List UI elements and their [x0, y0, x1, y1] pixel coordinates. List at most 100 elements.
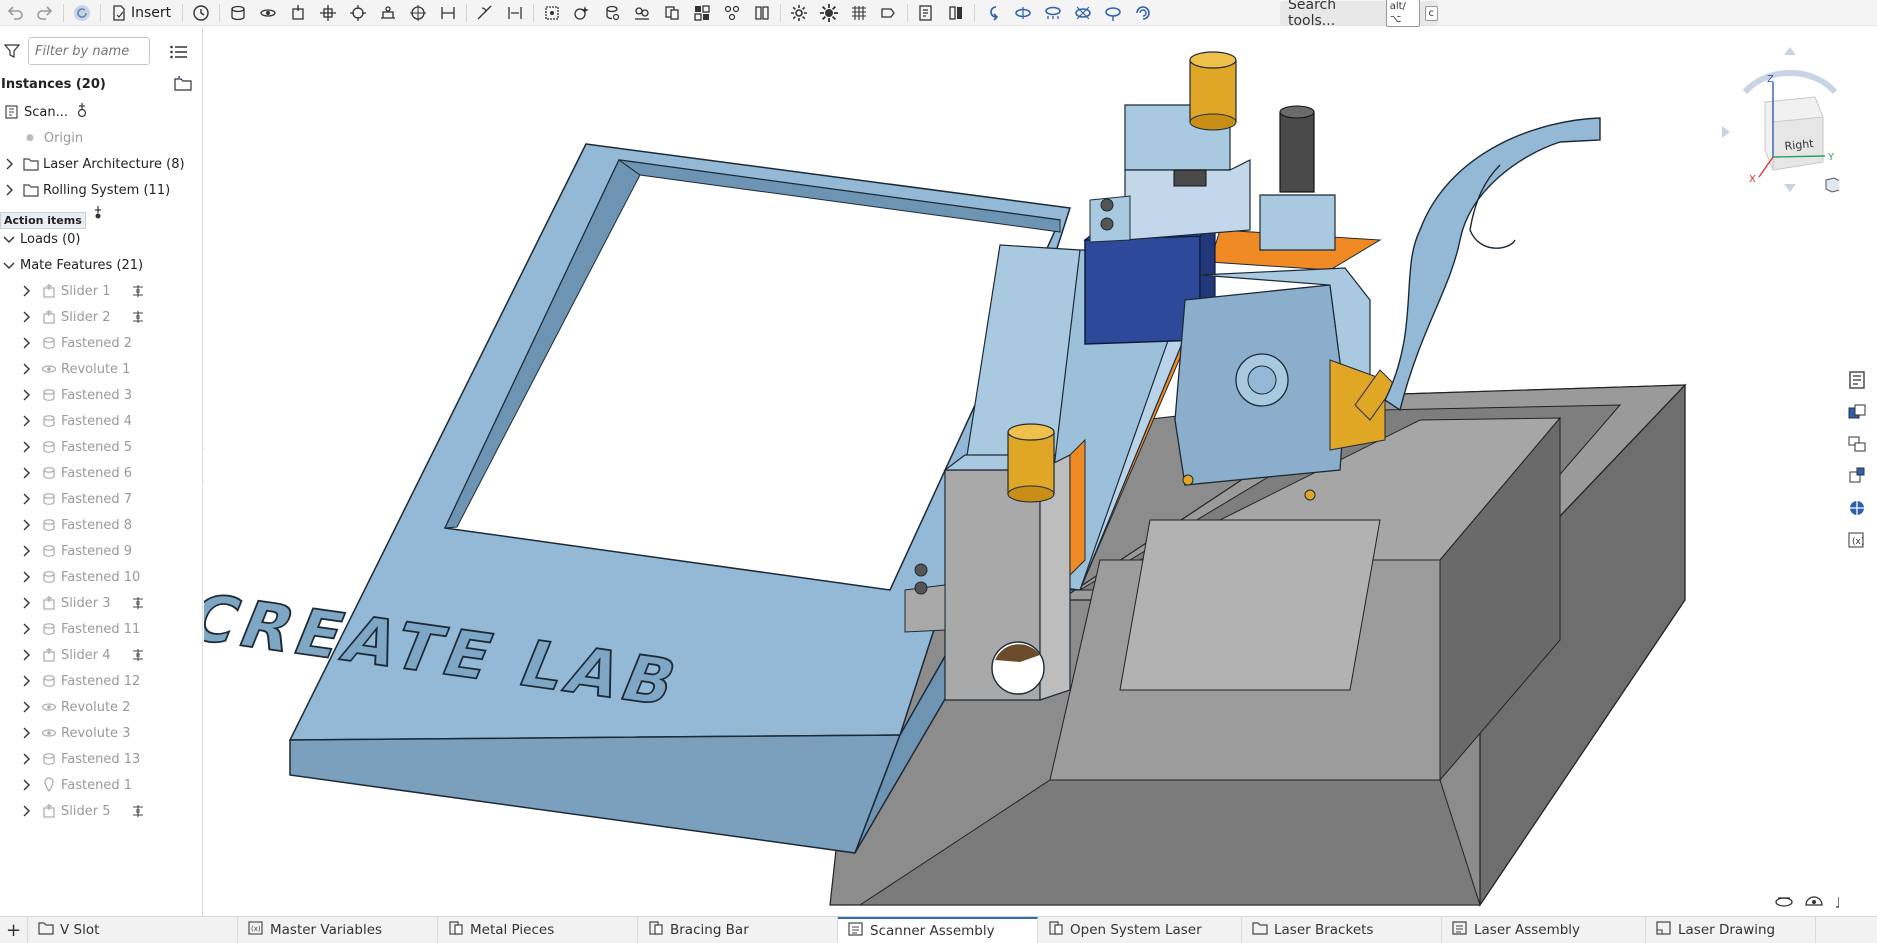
mate-row[interactable]: Revolute 1: [0, 358, 200, 380]
mate-row[interactable]: Fastened 12: [0, 670, 200, 692]
chevron-right-icon[interactable]: [19, 596, 33, 610]
slider-mate-icon[interactable]: [283, 1, 313, 25]
history-icon[interactable]: [186, 1, 216, 25]
orbit-icon[interactable]: [1098, 1, 1128, 25]
tab-laser-assembly[interactable]: Laser Assembly: [1442, 917, 1646, 943]
mate-row[interactable]: Fastened 13: [0, 748, 200, 770]
tab-open-system-laser[interactable]: Open System Laser: [1038, 917, 1242, 943]
filter-icon[interactable]: [4, 43, 20, 59]
tab-metal-pieces[interactable]: Metal Pieces: [438, 917, 638, 943]
tab-laser-drawing[interactable]: Laser Drawing: [1646, 917, 1816, 943]
linear-pattern-icon[interactable]: [717, 1, 747, 25]
chevron-right-icon[interactable]: [19, 544, 33, 558]
mate-row[interactable]: Slider 3: [0, 592, 200, 614]
rack-pinion-icon[interactable]: [627, 1, 657, 25]
settings-gear-icon[interactable]: [784, 1, 814, 25]
chevron-down-icon[interactable]: [2, 258, 16, 272]
view-options-dropdown[interactable]: [1822, 176, 1839, 194]
configurations-panel-button[interactable]: [1841, 429, 1873, 459]
appearance-panel-button[interactable]: [1841, 397, 1873, 427]
tab-scanner-assembly[interactable]: Scanner Assembly: [838, 917, 1038, 943]
chevron-right-icon[interactable]: [19, 804, 33, 818]
graphics-viewport[interactable]: CREATE LAB Right Z Y X: [204, 27, 1839, 916]
filter-input[interactable]: [28, 37, 150, 65]
list-view-icon[interactable]: [170, 44, 188, 60]
chevron-right-icon[interactable]: [19, 492, 33, 506]
tangent-mate-icon[interactable]: [470, 1, 500, 25]
mass-properties-panel-button[interactable]: [1841, 493, 1873, 523]
chevron-down-icon[interactable]: [2, 232, 16, 246]
tab-laser-brackets[interactable]: Laser Brackets: [1242, 917, 1442, 943]
mate-row[interactable]: Fastened 3: [0, 384, 200, 406]
chevron-right-icon[interactable]: [19, 284, 33, 298]
instance-row-origin[interactable]: ● Origin: [0, 127, 200, 149]
mate-features-section[interactable]: Mate Features (21): [0, 254, 200, 276]
folder-rolling-system[interactable]: Rolling System (11): [0, 179, 200, 201]
cylindrical-mate-icon[interactable]: [343, 1, 373, 25]
chevron-right-icon[interactable]: [2, 183, 16, 197]
chevron-right-icon[interactable]: [19, 310, 33, 324]
mate-row[interactable]: Fastened 8: [0, 514, 200, 536]
parallel-mate-icon[interactable]: [433, 1, 463, 25]
view-cube[interactable]: Right Z Y X: [1715, 42, 1839, 202]
planar-mate-icon[interactable]: [313, 1, 343, 25]
gold-post-top[interactable]: [1189, 51, 1237, 131]
fasten-mate-icon[interactable]: [223, 1, 253, 25]
group-icon[interactable]: [567, 1, 597, 25]
chevron-right-icon[interactable]: [19, 440, 33, 454]
tab-v-slot[interactable]: V Slot: [28, 917, 238, 943]
mate-row[interactable]: Fastened 1: [0, 774, 200, 796]
rotate-x-icon[interactable]: [1008, 1, 1038, 25]
chevron-right-icon[interactable]: [19, 466, 33, 480]
chevron-right-icon[interactable]: [19, 700, 33, 714]
loads-section[interactable]: Loads (0): [0, 228, 200, 250]
chevron-right-icon[interactable]: [2, 157, 16, 171]
chevron-right-icon[interactable]: [19, 336, 33, 350]
measure-tool-icon[interactable]: [1834, 893, 1839, 909]
chevron-right-icon[interactable]: [19, 622, 33, 636]
chevron-right-icon[interactable]: [19, 778, 33, 792]
mate-row[interactable]: Revolute 3: [0, 722, 200, 744]
chevron-right-icon[interactable]: [19, 752, 33, 766]
mate-row[interactable]: Fastened 4: [0, 410, 200, 432]
folder-laser-architecture[interactable]: Laser Architecture (8): [0, 153, 200, 175]
spin-icon[interactable]: [1128, 1, 1158, 25]
render-mode-icon[interactable]: [1774, 893, 1794, 909]
mate-row[interactable]: Slider 5: [0, 800, 200, 822]
mirror-icon[interactable]: [874, 1, 904, 25]
mate-row[interactable]: Fastened 7: [0, 488, 200, 510]
mate-row[interactable]: Fastened 10: [0, 566, 200, 588]
new-folder-icon[interactable]: [174, 76, 192, 91]
tab-master-variables[interactable]: (x) Master Variables: [238, 917, 438, 943]
chevron-right-icon[interactable]: [19, 570, 33, 584]
sun-gear-icon[interactable]: [814, 1, 844, 25]
mate-row[interactable]: Slider 4: [0, 644, 200, 666]
chevron-right-icon[interactable]: [19, 648, 33, 662]
properties-panel-button[interactable]: [1841, 365, 1873, 395]
explode-icon[interactable]: [687, 1, 717, 25]
ball-mate-icon[interactable]: [403, 1, 433, 25]
gear-relation-icon[interactable]: [597, 1, 627, 25]
pin-slot-mate-icon[interactable]: [373, 1, 403, 25]
mate-connector-icon[interactable]: [537, 1, 567, 25]
mate-row[interactable]: Fastened 11: [0, 618, 200, 640]
mate-row[interactable]: Fastened 5: [0, 436, 200, 458]
mate-row[interactable]: Slider 2: [0, 306, 200, 328]
chevron-right-icon[interactable]: [19, 726, 33, 740]
replicate-icon[interactable]: [747, 1, 777, 25]
rotate-y-icon[interactable]: [1038, 1, 1068, 25]
assembly-model[interactable]: CREATE LAB: [204, 27, 1839, 916]
search-tools-field[interactable]: Search tools... alt/⌥ c: [1280, 0, 1438, 29]
mate-row[interactable]: Fastened 6: [0, 462, 200, 484]
revolute-mate-icon[interactable]: [253, 1, 283, 25]
instance-row-scanner[interactable]: Scan...: [0, 101, 200, 123]
appearance-icon[interactable]: [1804, 893, 1824, 909]
tab-bracing-bar[interactable]: Bracing Bar: [638, 917, 838, 943]
redo-icon[interactable]: [30, 1, 60, 25]
chevron-right-icon[interactable]: [19, 414, 33, 428]
grid-pattern-icon[interactable]: [844, 1, 874, 25]
insert-button[interactable]: Insert: [104, 2, 179, 24]
animate-icon[interactable]: [978, 1, 1008, 25]
width-mate-icon[interactable]: [500, 1, 530, 25]
variables-panel-button[interactable]: (x): [1841, 525, 1873, 555]
